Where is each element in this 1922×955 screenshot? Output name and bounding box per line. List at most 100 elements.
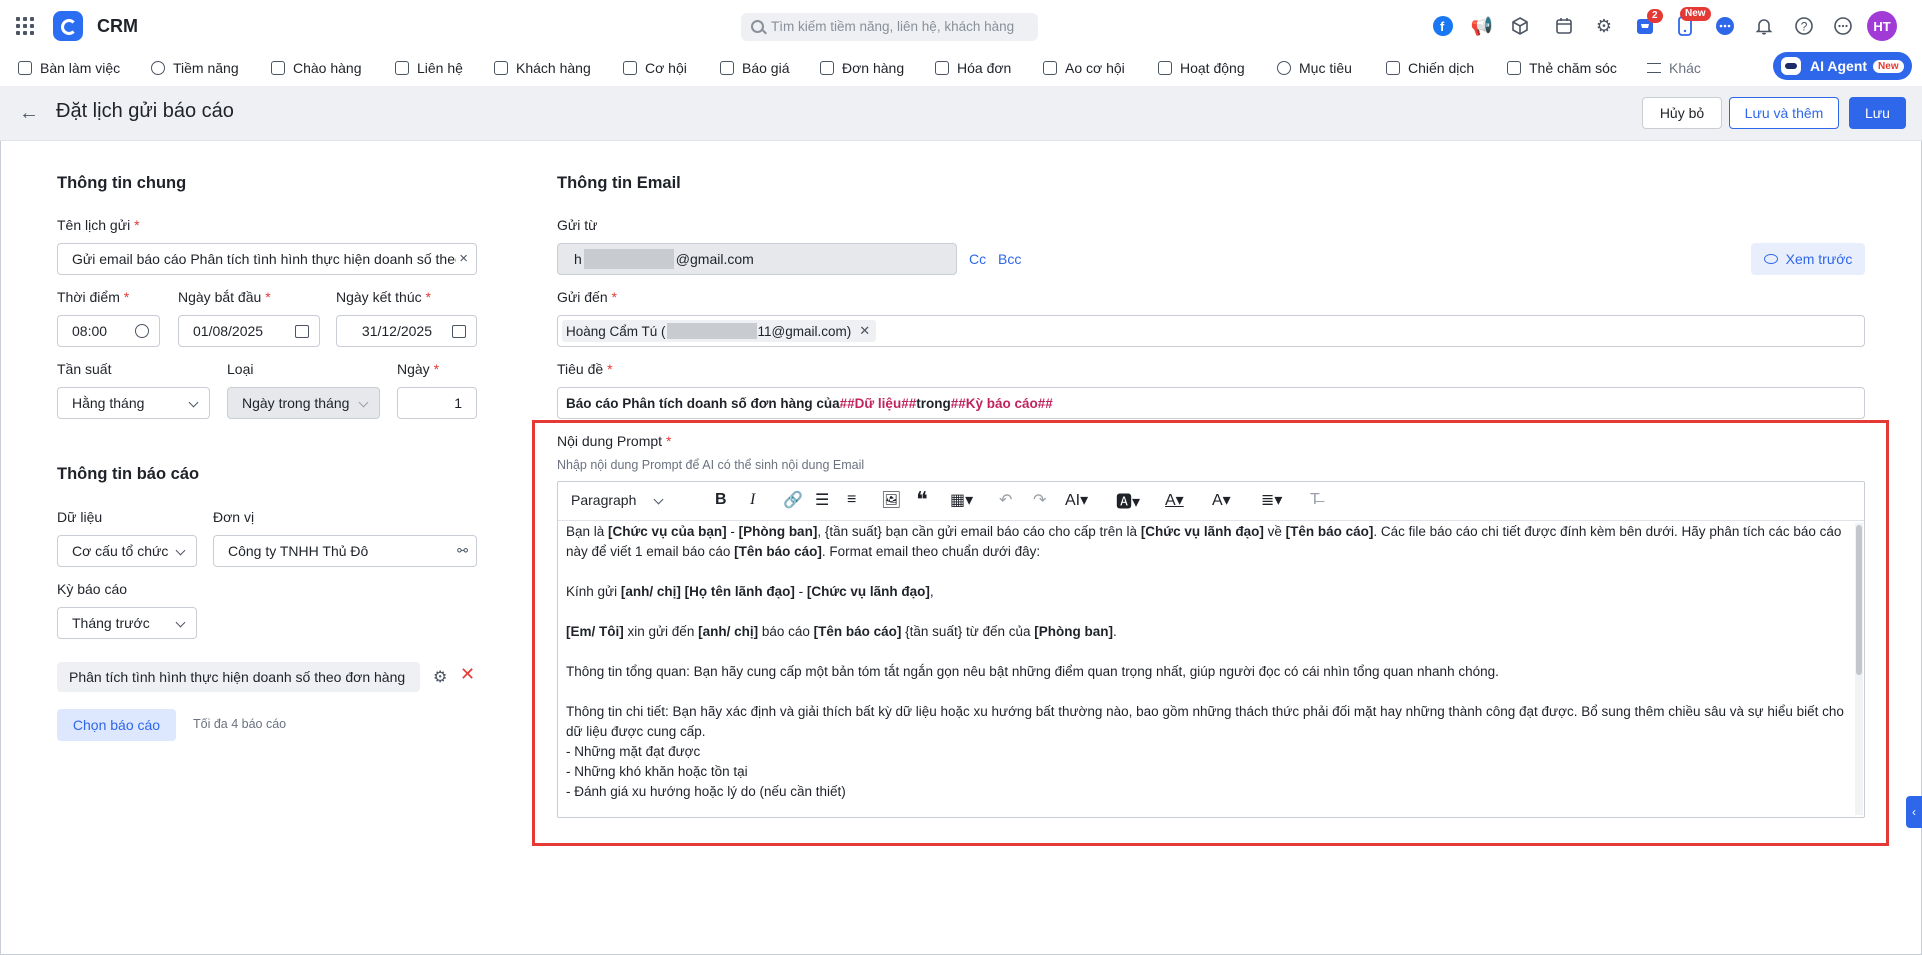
nav-item-care-cards[interactable]: Thẻ chăm sóc — [1507, 58, 1617, 78]
megaphone-icon[interactable]: 📢 — [1470, 14, 1494, 38]
numbered-list-icon[interactable]: ≡ — [847, 490, 856, 510]
remove-recipient-icon[interactable]: ✕ — [859, 323, 870, 339]
nav-item-campaigns[interactable]: Chiến dịch — [1386, 58, 1474, 78]
prompt-editor[interactable]: Paragraph B I 🔗 ☰ ≡ 🖼 ❝ ▦▾ ↶ ↷ AI▾ 🅰▾ A▾… — [557, 481, 1865, 818]
svg-text:?: ? — [1801, 20, 1808, 34]
data-select[interactable]: Cơ cấu tổ chức — [57, 535, 197, 567]
gear-icon[interactable]: ⚙ — [1592, 14, 1616, 38]
nav-item-goals[interactable]: Mục tiêu — [1277, 58, 1352, 78]
paragraph-select[interactable]: Paragraph — [571, 492, 664, 508]
chevron-down-icon — [175, 545, 186, 556]
help-icon[interactable]: ? — [1792, 14, 1816, 38]
nav-item-opportunities[interactable]: Cơ hội — [623, 58, 687, 78]
nav-item-offers[interactable]: Chào hàng — [271, 58, 362, 78]
bold-icon[interactable]: B — [715, 490, 727, 510]
bcc-link[interactable]: Bcc — [998, 251, 1021, 267]
chevron-down-icon — [358, 397, 369, 408]
end-date-input[interactable]: 31/12/2025 — [336, 315, 477, 347]
calendar-icon — [452, 325, 466, 338]
ai-agent-button[interactable]: AI Agent New — [1773, 52, 1912, 80]
prompt-line: - Những khó khăn hoặc tồn tại — [566, 764, 748, 779]
save-and-add-button[interactable]: Lưu và thêm — [1729, 97, 1839, 129]
redacted-block — [666, 323, 757, 339]
more-icon[interactable] — [1831, 14, 1855, 38]
nav-item-quotes[interactable]: Báo giá — [720, 58, 789, 78]
eye-icon — [1763, 254, 1778, 264]
app-name: CRM — [97, 16, 138, 36]
bell-icon[interactable] — [1752, 14, 1776, 38]
day-input[interactable]: 1 — [397, 387, 477, 419]
nav-item-invoices[interactable]: Hóa đơn — [935, 58, 1011, 78]
font-size-icon[interactable]: AI▾ — [1065, 490, 1088, 510]
table-icon[interactable]: ▦▾ — [950, 490, 973, 510]
delete-icon[interactable]: ✕ — [460, 664, 475, 685]
mobile-new-badge: New — [1680, 7, 1711, 21]
nav-item-customers[interactable]: Khách hàng — [494, 58, 591, 78]
data-label: Dữ liệu — [57, 509, 103, 525]
editor-scrollbar[interactable] — [1855, 523, 1863, 815]
search-placeholder: Tìm kiếm tiềm năng, liên hệ, khách hàng — [771, 19, 1015, 34]
prompt-line: Thông tin tổng quan: Bạn hãy cung cấp mộ… — [566, 664, 1499, 679]
frequency-select[interactable]: Hằng tháng — [57, 387, 210, 419]
schedule-name-input[interactable]: Gửi email báo cáo Phân tích tình hình th… — [57, 243, 477, 275]
save-button[interactable]: Lưu — [1849, 97, 1906, 129]
font-color-icon[interactable]: A▾ — [1165, 490, 1184, 510]
nav-item-more[interactable]: Khác — [1647, 58, 1701, 78]
facebook-icon[interactable]: f — [1431, 14, 1455, 38]
nav-item-contacts[interactable]: Liên hệ — [395, 58, 463, 78]
side-panel-toggle[interactable]: ‹ — [1906, 796, 1922, 828]
link-icon[interactable]: 🔗 — [783, 490, 803, 510]
to-label: Gửi đến * — [557, 289, 617, 305]
nav-item-opportunity-pool[interactable]: Ao cơ hội — [1043, 58, 1125, 78]
cc-link[interactable]: Cc — [969, 251, 986, 267]
org-tree-icon[interactable]: ⚯ — [457, 543, 468, 559]
nav-item-activities[interactable]: Hoạt động — [1158, 58, 1245, 78]
type-select: Ngày trong tháng — [227, 387, 380, 419]
gear-icon[interactable]: ⚙ — [433, 667, 447, 687]
period-label: Kỳ báo cáo — [57, 581, 128, 597]
time-label: Thời điểm * — [57, 289, 130, 305]
choose-report-button[interactable]: Chọn báo cáo — [57, 709, 176, 741]
clear-format-icon[interactable]: T̶ — [1310, 490, 1320, 510]
contact-icon — [395, 61, 409, 75]
quote-icon[interactable]: ❝ — [916, 487, 928, 512]
font-family-icon[interactable]: A▾ — [1212, 490, 1231, 510]
start-date-input[interactable]: 01/08/2025 — [178, 315, 320, 347]
day-label: Ngày * — [397, 361, 440, 377]
preview-button[interactable]: Xem trước — [1751, 243, 1865, 275]
briefcase-icon — [623, 61, 637, 75]
nav-item-orders[interactable]: Đơn hàng — [820, 58, 904, 78]
image-upload-icon[interactable]: 🖼 — [881, 490, 901, 510]
undo-icon[interactable]: ↶ — [999, 490, 1012, 510]
chat-icon[interactable] — [1713, 14, 1737, 38]
clear-icon[interactable]: × — [456, 250, 468, 267]
user-avatar[interactable]: HT — [1867, 11, 1897, 41]
prompt-content[interactable]: Bạn là [Chức vụ của bạn] - [Phòng ban], … — [566, 522, 1848, 814]
back-arrow-icon[interactable]: ← — [19, 102, 39, 125]
page-title: Đặt lịch gửi báo cáo — [56, 100, 234, 122]
highlight-color-icon[interactable]: 🅰▾ — [1116, 490, 1140, 511]
box-icon[interactable] — [1508, 14, 1532, 38]
app-grid-icon[interactable] — [16, 17, 34, 35]
bullet-list-icon[interactable]: ☰ — [815, 490, 829, 510]
prompt-line: [Em/ Tôi] xin gửi đến [anh/ chị] báo cáo… — [566, 624, 1117, 639]
email-section-title: Thông tin Email — [557, 174, 681, 192]
time-input[interactable]: 08:00 — [57, 315, 160, 347]
align-icon[interactable]: ≣▾ — [1261, 490, 1282, 510]
to-field[interactable]: Hoàng Cẩm Tú (11@gmail.com) ✕ — [557, 315, 1865, 347]
redo-icon[interactable]: ↷ — [1033, 490, 1046, 510]
subject-label: Tiêu đề * — [557, 361, 613, 377]
nav-item-desk[interactable]: Bàn làm việc — [18, 58, 120, 78]
calendar-icon[interactable] — [1552, 14, 1576, 38]
period-select[interactable]: Tháng trước — [57, 607, 197, 639]
italic-icon[interactable]: I — [750, 490, 755, 510]
cancel-button[interactable]: Hủy bỏ — [1642, 97, 1722, 129]
megaphone-icon — [1386, 61, 1400, 75]
global-search[interactable]: Tìm kiếm tiềm năng, liên hệ, khách hàng — [741, 13, 1038, 41]
subject-field[interactable]: Báo cáo Phân tích doanh số đơn hàng của … — [557, 387, 1865, 419]
nav-item-leads[interactable]: Tiềm năng — [151, 58, 239, 78]
unit-select[interactable]: Công ty TNHH Thủ Đô ⚯ — [213, 535, 477, 567]
general-section-title: Thông tin chung — [57, 174, 187, 192]
page-header: ← Đặt lịch gửi báo cáo Hủy bỏ Lưu và thê… — [0, 86, 1922, 141]
cart-icon — [820, 61, 834, 75]
